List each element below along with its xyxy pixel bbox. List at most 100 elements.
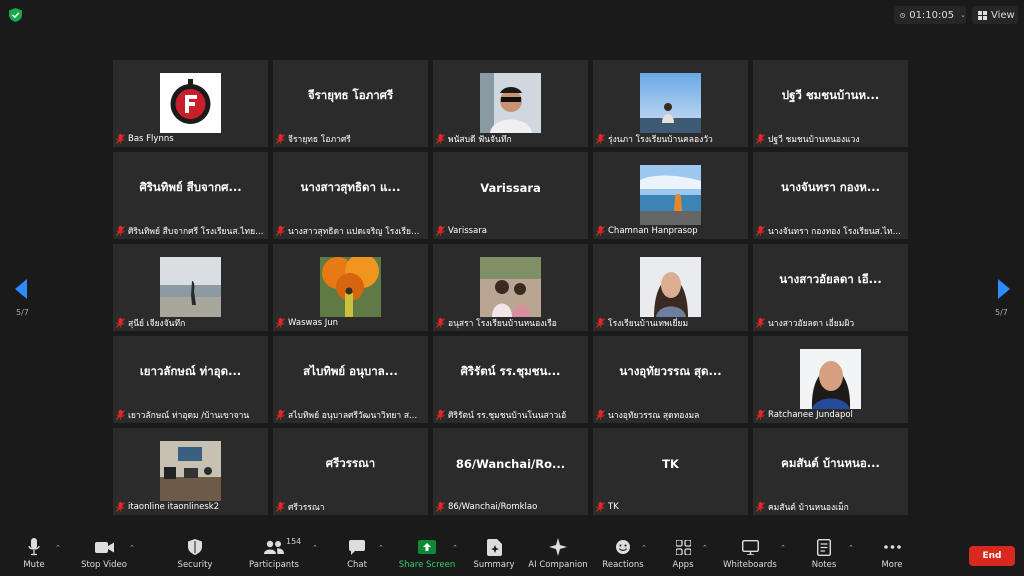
participant-tile[interactable]: คมสันต์ บ้านหนอ... คมสันต์ บ้านหนองเม็ก xyxy=(753,428,908,515)
view-button[interactable]: View xyxy=(972,6,1018,24)
participant-gallery: Bas Flynns จีรายุทธ โอภาศรี จีรายุทธ โอภาศ… xyxy=(113,60,911,515)
participants-icon xyxy=(264,540,284,554)
encryption-shield-icon[interactable] xyxy=(9,8,22,22)
participant-display-name: จีรายุทธ โอภาศรี xyxy=(307,88,394,102)
participant-name-label: Chamnan Hanprasop xyxy=(596,224,698,237)
mic-muted-icon xyxy=(436,317,445,328)
participants-button[interactable]: 154 Participants xyxy=(239,537,309,570)
chat-button[interactable]: Chat xyxy=(322,538,392,570)
top-bar: 01:10:05 ⌄ View xyxy=(0,0,1024,30)
participant-tile[interactable]: พนัสบดี ฟันจันทึก xyxy=(433,60,588,147)
participant-tile[interactable]: ศรีวรรณา ศรีวรรณา xyxy=(273,428,428,515)
clock-icon xyxy=(900,12,905,18)
participant-display-name: TK xyxy=(662,457,679,471)
notes-options-caret-icon[interactable]: ⌃ xyxy=(848,544,854,552)
participant-tile[interactable]: นางอุทัยวรรณ สุด... นางอุทัยวรรณ สุดทองมล xyxy=(593,336,748,423)
participant-tile[interactable]: เยาวลักษณ์ ท่าอุด... เยาวลักษณ์ ท่าอุดม /… xyxy=(113,336,268,423)
participants-options-caret-icon[interactable]: ⌃ xyxy=(312,544,318,552)
participant-tile[interactable]: Ratchanee Jundapol xyxy=(753,336,908,423)
participant-name-text: จีรายุทธ โอภาศรี xyxy=(288,134,351,145)
security-button[interactable]: Security xyxy=(160,538,230,570)
participant-tile[interactable]: Chamnan Hanprasop xyxy=(593,152,748,239)
participant-name-label: TK xyxy=(596,500,619,513)
mic-muted-icon xyxy=(596,409,605,420)
participant-name-text: Chamnan Hanprasop xyxy=(608,225,698,236)
participant-name-text: สุนีย์ เจียงจันทึก xyxy=(128,318,186,329)
participant-name-label: 86/Wanchai/Romklao xyxy=(436,500,537,513)
mute-button[interactable]: Mute xyxy=(0,538,69,570)
participant-name-text: ศิรินทิพย์ สืบจากศรี โรงเรียนส.ไทยเ... xyxy=(128,226,264,237)
share-options-caret-icon[interactable]: ⌃ xyxy=(452,544,458,552)
mic-muted-icon xyxy=(276,409,285,420)
participant-display-name: ศรีวรรณา xyxy=(325,456,376,470)
end-meeting-button[interactable]: End xyxy=(969,546,1015,566)
notes-button[interactable]: Notes xyxy=(789,538,859,570)
apps-button[interactable]: Apps xyxy=(648,538,718,570)
more-button[interactable]: More xyxy=(857,538,927,570)
summary-button[interactable]: Summary xyxy=(459,538,529,570)
participant-name-label: ศิรินทิพย์ สืบจากศรี โรงเรียนส.ไทยเ... xyxy=(116,224,264,237)
participant-name-label: โรงเรียนบ้านเทพเยี่ยม xyxy=(596,316,688,329)
participant-tile[interactable]: สุนีย์ เจียงจันทึก xyxy=(113,244,268,331)
participant-display-name: ศิริรัตน์ รร.ชุมชน... xyxy=(460,364,561,378)
participant-name-text: TK xyxy=(608,501,619,512)
participant-tile[interactable]: ศิรินทิพย์ สืบจากศ... ศิรินทิพย์ สืบจากศร… xyxy=(113,152,268,239)
share-screen-button[interactable]: Share Screen xyxy=(392,538,462,570)
participant-tile[interactable]: Varissara Varissara xyxy=(433,152,588,239)
participant-name-label: นางอุทัยวรรณ สุดทองมล xyxy=(596,408,699,421)
participant-name-text: เยาวลักษณ์ ท่าอุดม /บ้านเขาจาน xyxy=(128,410,250,421)
participant-display-name: 86/Wanchai/Ro... xyxy=(455,457,566,471)
participant-name-text: Bas Flynns xyxy=(128,133,174,144)
participant-name-text: นางสาวสุทธิดา แปดเจริญ โรงเรียน... xyxy=(288,226,424,237)
smiley-icon xyxy=(616,540,630,554)
more-dots-icon xyxy=(883,545,901,549)
participant-tile[interactable]: ปฐวี ชมชนบ้านห... ปฐวี ชมชนบ้านหนองแวง xyxy=(753,60,908,147)
participant-tile[interactable]: Waswas Jun xyxy=(273,244,428,331)
previous-page-arrow-icon[interactable] xyxy=(15,279,27,299)
participant-tile[interactable]: itaonline itaonlinesk2 xyxy=(113,428,268,515)
video-camera-icon xyxy=(94,541,114,553)
mic-muted-icon xyxy=(276,133,285,144)
mic-muted-icon xyxy=(596,317,605,328)
participant-name-label: Ratchanee Jundapol xyxy=(756,408,853,421)
whiteboards-options-caret-icon[interactable]: ⌃ xyxy=(780,544,786,552)
audio-options-caret-icon[interactable]: ⌃ xyxy=(55,544,61,552)
participant-tile[interactable]: นางสาวสุทธิดา แ... นางสาวสุทธิดา แปดเจริญ… xyxy=(273,152,428,239)
participant-name-label: เยาวลักษณ์ ท่าอุดม /บ้านเขาจาน xyxy=(116,408,249,421)
reactions-options-caret-icon[interactable]: ⌃ xyxy=(641,544,647,552)
participant-tile[interactable]: TK TK xyxy=(593,428,748,515)
meeting-timer[interactable]: 01:10:05 ⌄ xyxy=(894,6,966,24)
video-options-caret-icon[interactable]: ⌃ xyxy=(129,544,135,552)
apps-options-caret-icon[interactable]: ⌃ xyxy=(702,544,708,552)
participant-tile[interactable]: จีรายุทธ โอภาศรี จีรายุทธ โอภาศรี xyxy=(273,60,428,147)
whiteboards-button[interactable]: Whiteboards xyxy=(715,538,785,570)
participant-name-label: itaonline itaonlinesk2 xyxy=(116,500,219,513)
participant-display-name: นางจันทรา กองห... xyxy=(781,180,880,194)
participant-name-text: ศรีวรรณา xyxy=(288,502,325,513)
mic-muted-icon xyxy=(276,225,285,236)
next-page-arrow-icon[interactable] xyxy=(998,279,1010,299)
participant-name-text: ปฐวี ชมชนบ้านหนองแวง xyxy=(768,134,860,145)
participant-name-label: ศรีวรรณา xyxy=(276,500,325,513)
mic-muted-icon xyxy=(756,133,765,144)
participant-video-thumbnail xyxy=(480,257,541,317)
mic-muted-icon xyxy=(596,133,605,144)
mic-muted-icon xyxy=(436,409,445,420)
page-indicator-left: 5/7 xyxy=(16,308,29,317)
participant-tile[interactable]: อนุสรา โรงเรียนบ้านหนองเรือ xyxy=(433,244,588,331)
participant-tile[interactable]: รุ่งนภา โรงเรียนบ้านคลองวัว xyxy=(593,60,748,147)
participant-tile[interactable]: โรงเรียนบ้านเทพเยี่ยม xyxy=(593,244,748,331)
participant-tile[interactable]: นางสาวอัยลดา เอี... นางสาวอัยลดา เอี่ยมผิ… xyxy=(753,244,908,331)
participant-tile[interactable]: ศิริรัตน์ รร.ชุมชน... ศิริรัตน์ รร.ชุมชนบ… xyxy=(433,336,588,423)
participant-tile[interactable]: Bas Flynns xyxy=(113,60,268,147)
participant-tile[interactable]: นางจันทรา กองห... นางจันทรา กองทอง โรงเรี… xyxy=(753,152,908,239)
ai-companion-button[interactable]: AI Companion xyxy=(523,538,593,570)
participant-name-text: พนัสบดี ฟันจันทึก xyxy=(448,134,512,145)
chat-options-caret-icon[interactable]: ⌃ xyxy=(378,544,384,552)
participant-tile[interactable]: 86/Wanchai/Ro... 86/Wanchai/Romklao xyxy=(433,428,588,515)
share-screen-icon xyxy=(418,540,436,554)
participant-name-label: สุนีย์ เจียงจันทึก xyxy=(116,316,185,329)
participant-tile[interactable]: สไบทิพย์ อนุบาล... สไบทิพย์ อนุบาลศรีวัฒน… xyxy=(273,336,428,423)
participant-video-thumbnail xyxy=(640,165,701,225)
stop-video-button[interactable]: Stop Video xyxy=(69,538,139,570)
